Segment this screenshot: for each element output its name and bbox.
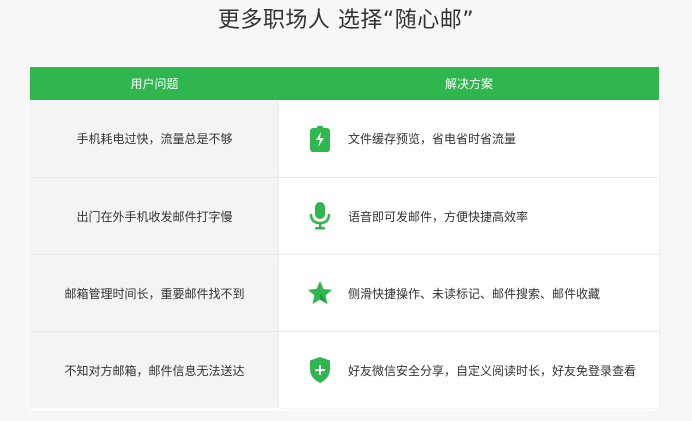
comparison-table: 用户问题 解决方案 手机耗电过快，流量总是不够 文件缓存预览，省电省时省流量 出… [30, 67, 659, 411]
solution-cell: 文件缓存预览，省电省时省流量 [279, 100, 659, 177]
star-icon [306, 279, 334, 307]
table-header: 用户问题 解决方案 [30, 67, 659, 100]
shield-plus-icon [306, 356, 334, 384]
header-problem: 用户问题 [130, 77, 179, 91]
table-row: 邮箱管理时间长，重要邮件找不到 侧滑快捷操作、未读标记、邮件搜索、邮件收藏 [30, 254, 659, 331]
solution-text: 好友微信安全分享，自定义阅读时长，好友免登录查看 [348, 363, 637, 378]
solution-cell: 语音即可发邮件，方便快捷高效率 [279, 177, 659, 254]
solution-text: 语音即可发邮件，方便快捷高效率 [348, 209, 529, 224]
problem-cell: 不知对方邮箱，邮件信息无法送达 [30, 331, 279, 408]
page: 更多职场人 选择“随心邮” 用户问题 解决方案 手机耗电过快，流量总是不够 文件… [0, 0, 692, 421]
table-row: 出门在外手机收发邮件打字慢 语音即可发邮件，方便快捷高效率 [30, 177, 659, 254]
header-solution: 解决方案 [444, 77, 493, 91]
solution-text: 侧滑快捷操作、未读标记、邮件搜索、邮件收藏 [348, 286, 601, 301]
microphone-icon [306, 202, 334, 230]
problem-cell: 邮箱管理时间长，重要邮件找不到 [30, 254, 279, 331]
table-row: 不知对方邮箱，邮件信息无法送达 好友微信安全分享，自定义阅读时长，好友免登录查看 [30, 331, 659, 408]
solution-cell: 好友微信安全分享，自定义阅读时长，好友免登录查看 [279, 331, 659, 408]
problem-cell: 出门在外手机收发邮件打字慢 [30, 177, 279, 254]
table-row: 手机耗电过快，流量总是不够 文件缓存预览，省电省时省流量 [30, 100, 659, 177]
solution-cell: 侧滑快捷操作、未读标记、邮件搜索、邮件收藏 [279, 254, 659, 331]
page-title: 更多职场人 选择“随心邮” [217, 8, 475, 33]
problem-cell: 手机耗电过快，流量总是不够 [30, 100, 279, 177]
battery-icon [306, 125, 334, 153]
solution-text: 文件缓存预览，省电省时省流量 [348, 132, 517, 146]
